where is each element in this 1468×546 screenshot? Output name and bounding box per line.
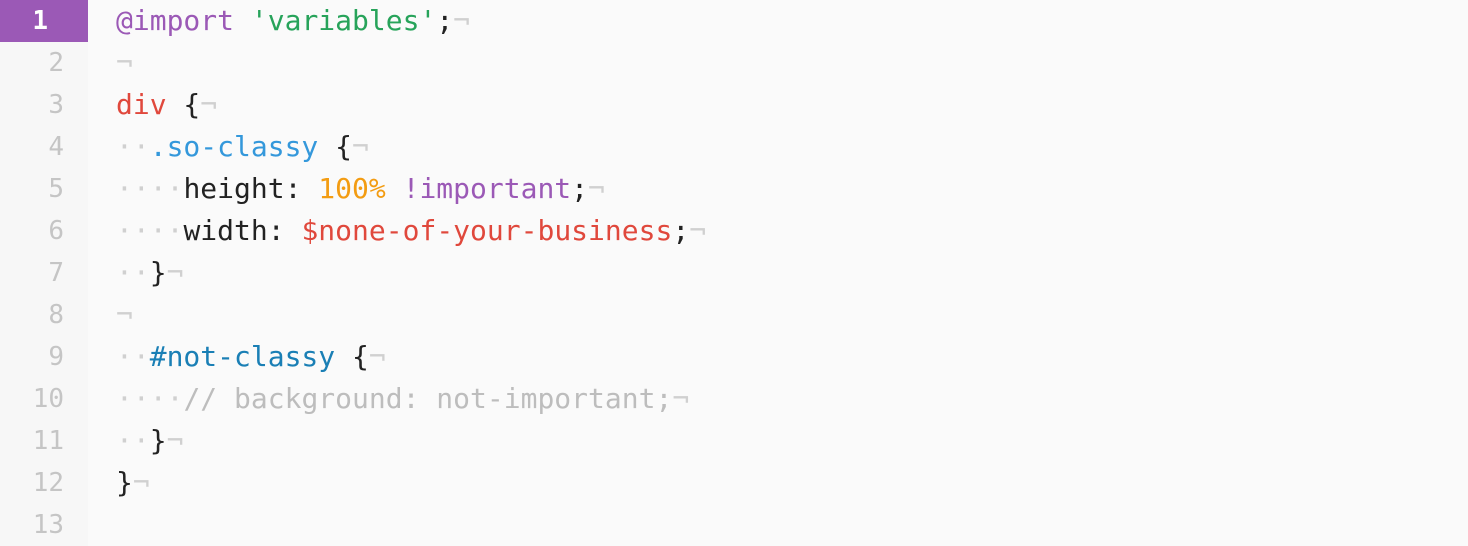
line-number: 9 [48, 342, 64, 372]
line-number: 1 [32, 6, 48, 36]
line-number: 3 [48, 90, 64, 120]
code-line[interactable]: 7 ··}¬ [0, 252, 1468, 294]
code-line[interactable]: 8 ¬ [0, 294, 1468, 336]
code-text[interactable]: ··}¬ [116, 420, 183, 462]
line-number: 12 [32, 468, 64, 498]
code-text[interactable]: ····height: 100% !important;¬ [116, 168, 605, 210]
code-token: } [116, 466, 133, 499]
code-line[interactable]: 1 @import 'variables';¬ [0, 0, 1468, 42]
code-token: 100% [318, 172, 386, 205]
code-token: #not-classy [149, 340, 336, 373]
invisible-char: ·· [116, 256, 150, 289]
invisible-char: ¬ [672, 382, 690, 415]
code-token: .so-classy [149, 130, 319, 163]
code-line[interactable]: 10 ····// background: not-important;¬ [0, 378, 1468, 420]
code-text[interactable]: ¬ [116, 42, 133, 84]
code-token: ; [571, 172, 589, 205]
code-token: @import [116, 4, 235, 37]
code-token: // background: not-important; [183, 382, 673, 415]
code-token: { [335, 340, 369, 373]
invisible-char: ·· [116, 340, 150, 373]
invisible-char: ¬ [166, 256, 184, 289]
invisible-char: ···· [116, 214, 184, 247]
code-line[interactable]: 6 ····width: $none-of-your-business;¬ [0, 210, 1468, 252]
code-text[interactable]: ¬ [116, 294, 133, 336]
invisible-char: ¬ [368, 340, 386, 373]
code-line[interactable]: 9 ··#not-classy {¬ [0, 336, 1468, 378]
code-line[interactable]: 5 ····height: 100% !important;¬ [0, 168, 1468, 210]
line-number: 4 [48, 132, 64, 162]
code-text[interactable]: ··}¬ [116, 252, 183, 294]
line-number: 7 [48, 258, 64, 288]
line-number: 8 [48, 300, 64, 330]
invisible-char: ¬ [200, 88, 218, 121]
line-number: 6 [48, 216, 64, 246]
code-token: height: [183, 172, 319, 205]
line-number: 5 [48, 174, 64, 204]
code-token: width: [183, 214, 302, 247]
code-token: $none-of-your-business [301, 214, 673, 247]
code-token: div [116, 88, 167, 121]
code-editor[interactable]: 1 @import 'variables';¬ 2 ¬ 3 div {¬ 4 ··.so-cl… [0, 0, 1468, 546]
code-text[interactable]: ··#not-classy {¬ [116, 336, 386, 378]
line-number: 11 [32, 426, 64, 456]
invisible-char: ¬ [116, 298, 133, 331]
code-line[interactable]: 3 div {¬ [0, 84, 1468, 126]
invisible-char: ·· [116, 424, 150, 457]
code-text[interactable]: ··.so-classy {¬ [116, 126, 369, 168]
code-text[interactable]: }¬ [116, 462, 150, 504]
code-token: } [149, 256, 167, 289]
invisible-char: ¬ [116, 46, 133, 79]
invisible-char: ¬ [453, 4, 471, 37]
invisible-char: ¬ [689, 214, 707, 247]
invisible-char: ¬ [166, 424, 184, 457]
invisible-char: ···· [116, 382, 184, 415]
code-line[interactable]: 13 [0, 504, 1468, 546]
code-text[interactable]: ····// background: not-important;¬ [116, 378, 689, 420]
invisible-char: ¬ [588, 172, 605, 205]
code-token: 'variables' [250, 4, 437, 37]
code-line[interactable]: 12}¬ [0, 462, 1468, 504]
invisible-char: ·· [116, 130, 150, 163]
code-text[interactable]: @import 'variables';¬ [116, 0, 470, 42]
code-line[interactable]: 11 ··}¬ [0, 420, 1468, 462]
code-token: { [318, 130, 353, 163]
invisible-char: ¬ [132, 466, 150, 499]
code-line[interactable]: 4 ··.so-classy {¬ [0, 126, 1468, 168]
code-text[interactable]: div {¬ [116, 84, 217, 126]
code-token: ; [672, 214, 690, 247]
code-token: ; [436, 4, 454, 37]
code-line[interactable]: 2 ¬ [0, 42, 1468, 84]
code-text[interactable]: ····width: $none-of-your-business;¬ [116, 210, 706, 252]
line-number: 2 [48, 48, 64, 78]
code-token: !important [402, 172, 572, 205]
line-number: 13 [32, 510, 64, 540]
invisible-char: ···· [116, 172, 184, 205]
code-token: } [149, 424, 167, 457]
line-number: 10 [32, 384, 64, 414]
invisible-char: ¬ [352, 130, 369, 163]
code-token: { [166, 88, 201, 121]
